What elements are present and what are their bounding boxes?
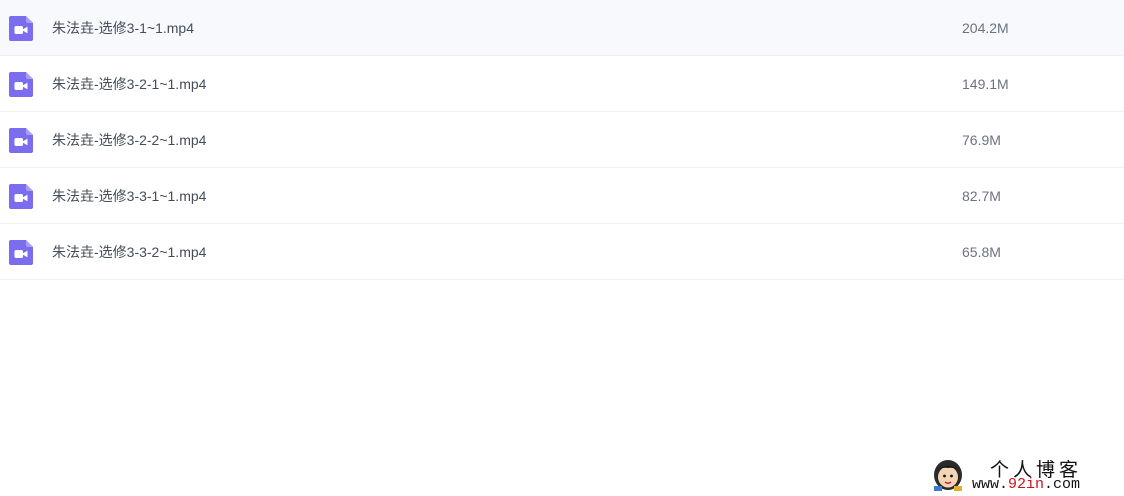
watermark-url-suffix: .com xyxy=(1044,476,1081,493)
file-row[interactable]: 朱法垚-选修3-1~1.mp4 204.2M xyxy=(0,0,1124,56)
video-file-icon xyxy=(9,184,33,209)
file-row[interactable]: 朱法垚-选修3-2-1~1.mp4 149.1M xyxy=(0,56,1124,112)
file-name[interactable]: 朱法垚-选修3-3-2~1.mp4 xyxy=(52,224,206,280)
file-row[interactable]: 朱法垚-选修3-3-1~1.mp4 82.7M xyxy=(0,168,1124,224)
file-row[interactable]: 朱法垚-选修3-2-2~1.mp4 76.9M xyxy=(0,112,1124,168)
watermark-url-accent: 92in xyxy=(1008,476,1045,493)
cartoon-avatar-icon xyxy=(934,460,962,491)
video-file-icon xyxy=(9,240,33,265)
file-size: 204.2M xyxy=(962,20,1009,36)
page: 朱法垚-选修3-1~1.mp4 204.2M 朱法垚-选修3-2-1~1.mp4… xyxy=(0,0,1124,496)
file-size: 149.1M xyxy=(962,76,1009,92)
watermark-url: www.92in.com xyxy=(972,476,1080,493)
video-file-icon xyxy=(9,16,33,41)
file-name[interactable]: 朱法垚-选修3-2-1~1.mp4 xyxy=(52,56,206,112)
file-row[interactable]: 朱法垚-选修3-3-2~1.mp4 65.8M xyxy=(0,224,1124,280)
video-file-icon xyxy=(9,72,33,97)
file-name[interactable]: 朱法垚-选修3-3-1~1.mp4 xyxy=(52,168,206,224)
file-size: 76.9M xyxy=(962,132,1001,148)
watermark-logo: 个人博客 www.92in.com xyxy=(928,452,1124,496)
watermark-url-prefix: www. xyxy=(972,476,1009,493)
video-file-icon xyxy=(9,128,33,153)
file-list: 朱法垚-选修3-1~1.mp4 204.2M 朱法垚-选修3-2-1~1.mp4… xyxy=(0,0,1124,280)
file-name[interactable]: 朱法垚-选修3-2-2~1.mp4 xyxy=(52,112,206,168)
file-name[interactable]: 朱法垚-选修3-1~1.mp4 xyxy=(52,0,194,56)
file-size: 65.8M xyxy=(962,244,1001,260)
file-size: 82.7M xyxy=(962,188,1001,204)
